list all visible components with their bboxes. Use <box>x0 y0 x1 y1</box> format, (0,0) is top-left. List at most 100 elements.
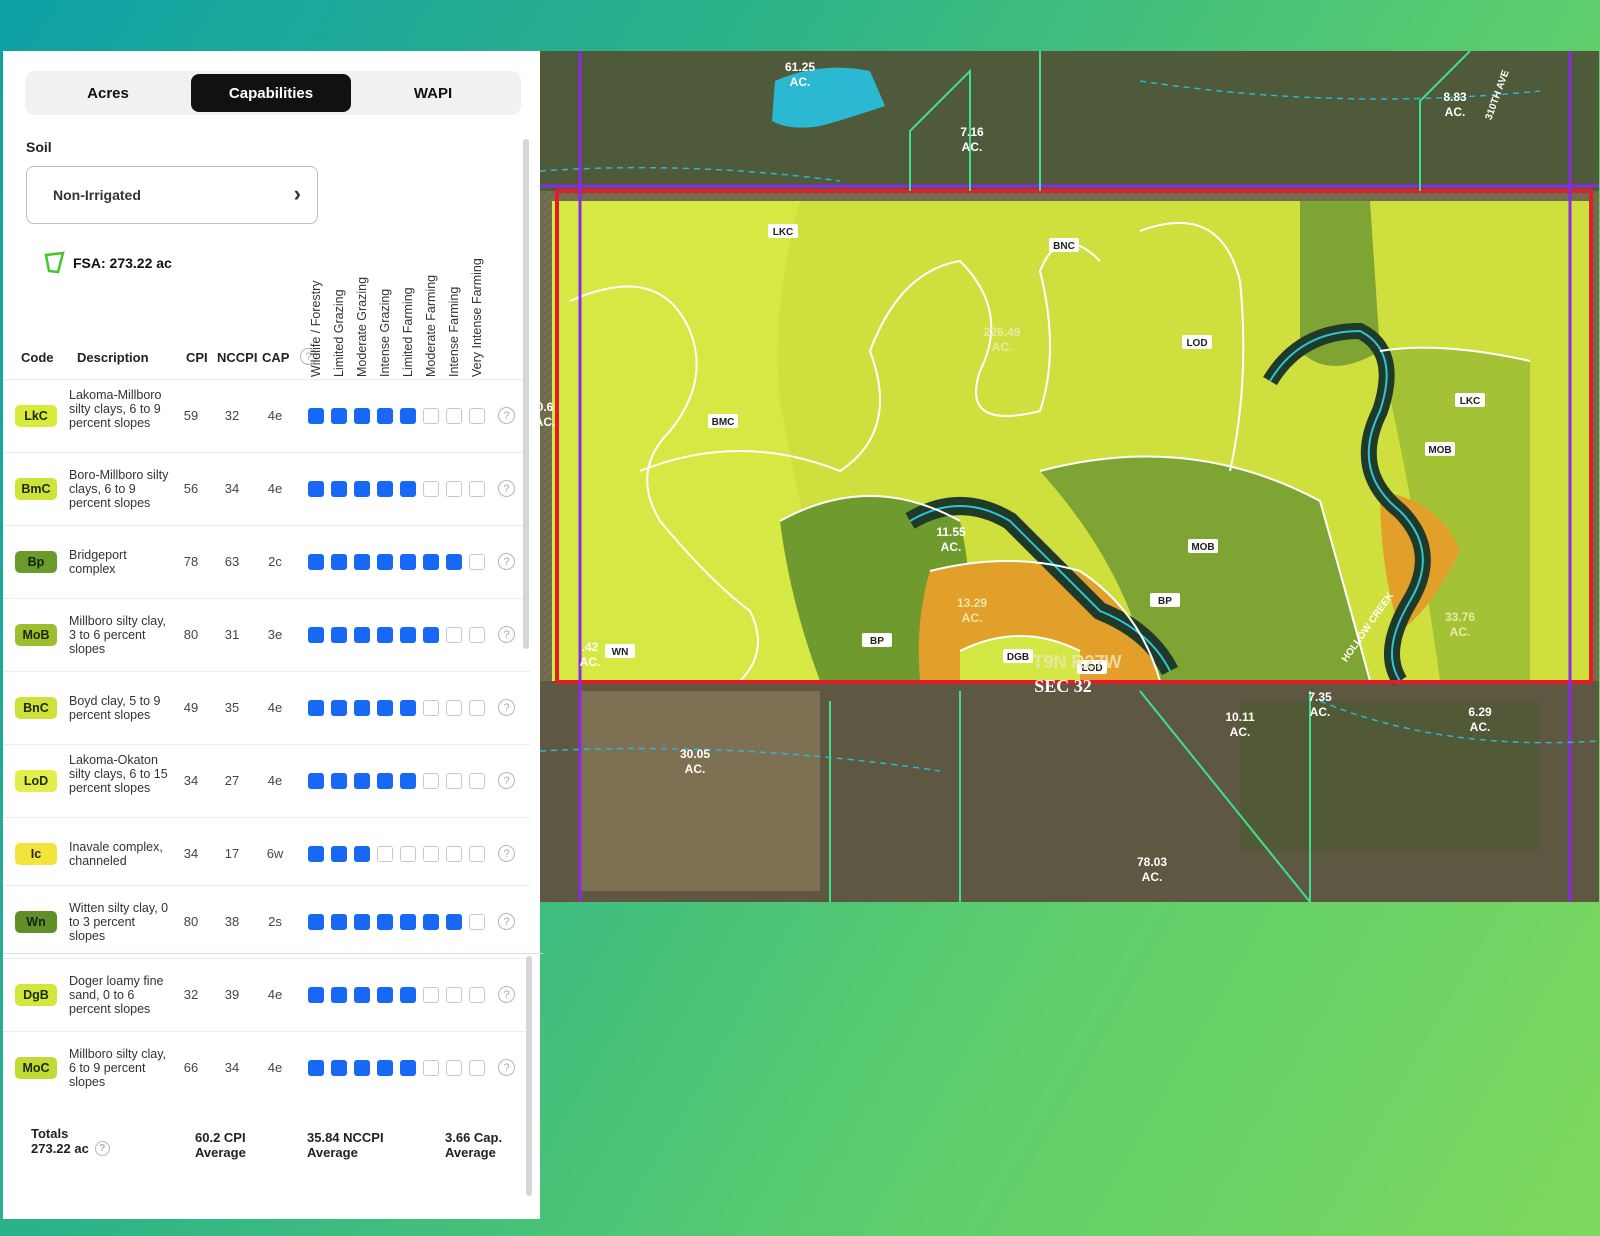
capability-level-square <box>400 554 416 570</box>
capability-level-square <box>331 554 347 570</box>
capability-level-square <box>377 481 393 497</box>
totals-cap: 3.66 Cap. Average <box>445 1130 502 1160</box>
help-icon[interactable]: ? <box>498 986 515 1003</box>
soil-cpi: 32 <box>183 987 199 1002</box>
soil-cpi: 49 <box>183 700 199 715</box>
capability-level-square <box>423 1060 439 1076</box>
capability-level-square <box>354 700 370 716</box>
soil-cap: 4e <box>267 987 283 1002</box>
table-row[interactable]: MoC Millboro silty clay, 6 to 9 percent s… <box>3 1031 530 1105</box>
capability-level-square <box>354 408 370 424</box>
capability-header-label: Intense Farming <box>447 286 461 377</box>
soil-map-label: WN <box>605 644 635 658</box>
help-icon[interactable]: ? <box>498 553 515 570</box>
capability-level-square <box>400 1060 416 1076</box>
soil-code-badge: BnC <box>15 697 57 719</box>
table-row[interactable]: DgB Doger loamy fine sand, 0 to 6 percent… <box>3 958 530 1032</box>
soil-map-label: LOD <box>1182 335 1212 349</box>
table-row[interactable]: MoB Millboro silty clay, 3 to 6 percent s… <box>3 598 530 672</box>
soil-cap: 3e <box>267 627 283 642</box>
totals-cpi: 60.2 CPI Average <box>195 1130 246 1160</box>
help-icon[interactable]: ? <box>498 845 515 862</box>
soil-map-label: LKC <box>768 224 798 238</box>
tab-wapi[interactable]: WAPI <box>353 74 513 112</box>
capability-level-square <box>308 700 324 716</box>
capability-level-square <box>331 408 347 424</box>
capability-level-square <box>446 987 462 1003</box>
help-icon[interactable]: ? <box>498 699 515 716</box>
help-icon[interactable]: ? <box>498 772 515 789</box>
table-row[interactable]: LkC Lakoma-Millboro silty clays, 6 to 9 p… <box>3 379 530 453</box>
capability-level-square <box>400 987 416 1003</box>
capability-level-square <box>308 408 324 424</box>
table-row[interactable]: Ic Inavale complex, channeled 34 17 6w? <box>3 817 530 891</box>
soil-cap: 4e <box>267 481 283 496</box>
soil-cpi: 34 <box>183 846 199 861</box>
table-row[interactable]: BnC Boyd clay, 5 to 9 percent slopes 49 35 4… <box>3 671 530 745</box>
soil-cap: 2c <box>268 554 282 569</box>
acre-unit: AC. <box>1230 725 1251 739</box>
capability-level-square <box>469 700 485 716</box>
capability-level-square <box>354 914 370 930</box>
help-icon[interactable]: ? <box>498 1059 515 1076</box>
acre-unit: AC. <box>962 140 983 154</box>
fsa-acres: FSA: 273.22 ac <box>73 255 172 271</box>
capability-header-7: Very Intense Farming <box>470 251 487 377</box>
soil-select[interactable]: Non-Irrigated › <box>26 166 318 224</box>
capability-level-square <box>377 700 393 716</box>
capability-header-label: Intense Grazing <box>378 288 392 377</box>
acre-value: 6.29 <box>1468 705 1492 719</box>
scrollbar[interactable] <box>523 139 529 649</box>
capability-header-label: Moderate Farming <box>424 274 438 377</box>
capability-level-square <box>400 481 416 497</box>
capability-level-square <box>446 1060 462 1076</box>
scrollbar-lower[interactable] <box>526 956 532 1196</box>
soil-map-label-text: WN <box>612 647 629 658</box>
capability-level-square <box>377 914 393 930</box>
acre-value: 61.25 <box>785 60 815 74</box>
table-row[interactable]: BmC Boro-Millboro silty clays, 6 to 9 per… <box>3 452 530 526</box>
capability-level-square <box>423 481 439 497</box>
acre-unit: AC. <box>1142 870 1163 884</box>
section-label: SEC 32 <box>1034 676 1092 696</box>
soil-nccpi: 39 <box>224 987 240 1002</box>
soil-cap: 4e <box>267 1060 283 1075</box>
soil-code-badge: DgB <box>15 984 57 1006</box>
acre-value: .42 <box>582 640 599 654</box>
totals-nccpi: 35.84 NCCPI Average <box>307 1130 384 1160</box>
table-row[interactable]: Bp Bridgeport complex 78 63 2c? <box>3 525 530 599</box>
soil-label: Soil <box>26 139 52 155</box>
acre-unit: AC. <box>941 540 962 554</box>
help-icon[interactable]: ? <box>94 1141 110 1156</box>
map-canvas[interactable]: 61.25 AC.7.16 AC.8.83 AC.226.49 AC.11.55 AC.1… <box>540 51 1599 902</box>
acre-value: 0.6 <box>540 400 554 414</box>
soil-map-label-text: BP <box>1158 596 1172 607</box>
capability-header-label: Wildlife / Forestry <box>309 280 323 377</box>
soil-map-label-text: LKC <box>1460 396 1481 407</box>
capability-header-3: Intense Grazing <box>378 251 395 377</box>
soil-map-label: LKC <box>1455 393 1485 407</box>
capability-level-square <box>377 554 393 570</box>
acre-label: 0.6AC. <box>540 400 555 429</box>
help-icon[interactable]: ? <box>498 407 515 424</box>
soil-code-badge: MoB <box>15 624 57 646</box>
help-icon[interactable]: ? <box>498 480 515 497</box>
table-row[interactable]: LoD Lakoma-Okaton silty clays, 6 to 15 pe… <box>3 744 530 818</box>
col-header-cpi: CPI <box>186 350 208 365</box>
acre-unit: AC. <box>1445 105 1466 119</box>
tab-acres[interactable]: Acres <box>28 74 188 112</box>
tab-capabilities[interactable]: Capabilities <box>191 74 351 112</box>
soil-description: Millboro silty clay, 3 to 6 percent slop… <box>69 614 167 656</box>
soil-code-badge: LoD <box>15 770 57 792</box>
capability-level-square <box>308 773 324 789</box>
fsa-summary: FSA: 273.22 ac <box>43 251 172 275</box>
soil-cap: 4e <box>267 700 283 715</box>
help-icon[interactable]: ? <box>498 913 515 930</box>
help-icon[interactable]: ? <box>498 626 515 643</box>
township-label: T9N R27W <box>1032 652 1121 672</box>
acre-unit: AC. <box>992 340 1013 354</box>
capability-header-6: Intense Farming <box>447 251 464 377</box>
table-row[interactable]: Wn Witten silty clay, 0 to 3 percent slop… <box>3 885 530 959</box>
acre-label: 8.83 AC. <box>1443 90 1467 119</box>
soil-map[interactable]: 61.25 AC. 7.16 AC. 8.83 AC. 226.49 AC. 11.55 AC. 1… <box>540 51 1599 902</box>
